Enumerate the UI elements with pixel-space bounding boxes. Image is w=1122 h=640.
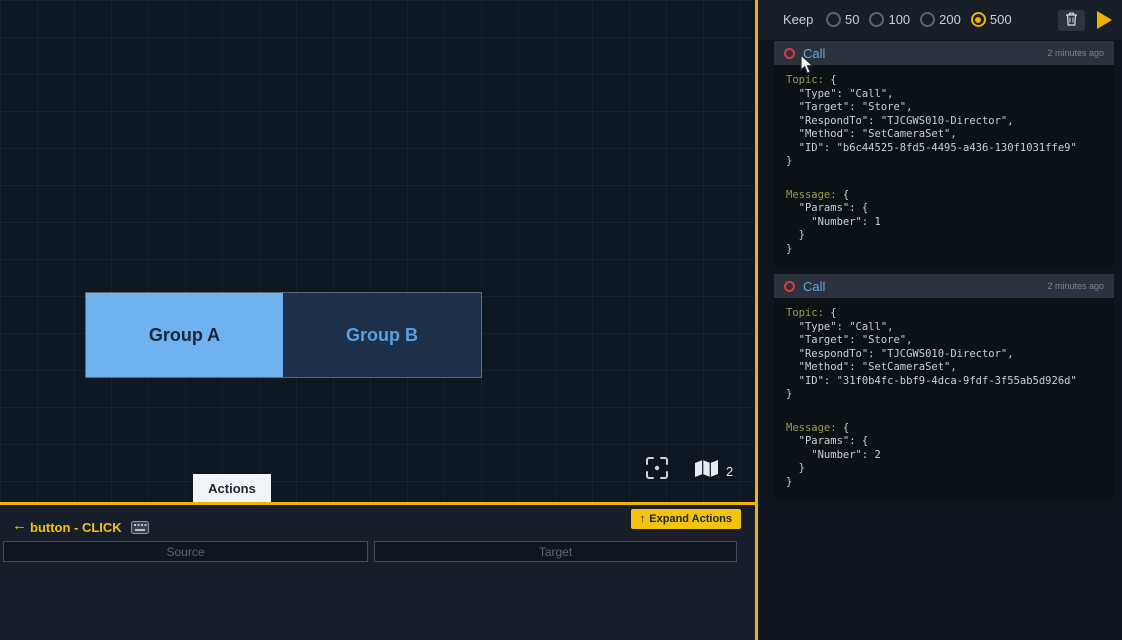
message-card-header[interactable]: Call 2 minutes ago <box>774 274 1114 298</box>
keep-label: Keep <box>783 12 813 27</box>
expand-actions-label: Expand Actions <box>649 513 732 525</box>
minimap-toggle[interactable]: 2 <box>694 459 733 483</box>
clear-log-button[interactable] <box>1058 10 1085 31</box>
group-b-button[interactable]: Group B <box>283 293 481 377</box>
source-input[interactable] <box>3 541 368 562</box>
message-card[interactable]: Call 2 minutes ago Topic: { "Type": "Cal… <box>774 274 1114 500</box>
radio-icon <box>826 12 841 27</box>
group-a-button[interactable]: Group A <box>86 293 283 377</box>
action-title: button - CLICK <box>30 520 122 535</box>
topic-label: Topic: <box>786 307 824 319</box>
topic-text: { "Type": "Call", "Target": "Store", "Re… <box>786 74 1077 167</box>
message-card-header[interactable]: Call 2 minutes ago <box>774 41 1114 65</box>
vertical-divider <box>755 0 758 640</box>
keep-options: 50 100 200 500 <box>826 12 1012 27</box>
message-title: Call <box>803 46 825 61</box>
actions-panel: ← button - CLICK ↑ Expand Actions <box>0 505 755 640</box>
keep-option-500[interactable]: 500 <box>971 12 1012 27</box>
radio-label: 500 <box>990 12 1012 27</box>
trash-icon <box>1065 12 1078 29</box>
message-json: Message: { "Params": { "Number": 2 } } <box>786 422 1102 490</box>
map-icon <box>694 459 719 483</box>
message-title: Call <box>803 279 825 294</box>
group-button-row: Group A Group B <box>86 293 481 377</box>
radio-label: 100 <box>888 12 910 27</box>
message-body: Topic: { "Type": "Call", "Target": "Stor… <box>774 298 1114 500</box>
node-canvas[interactable]: Group A Group B Actions <box>0 0 755 502</box>
message-body: Topic: { "Type": "Call", "Target": "Stor… <box>774 65 1114 267</box>
expand-actions-button[interactable]: ↑ Expand Actions <box>631 509 741 529</box>
message-card[interactable]: Call 2 minutes ago Topic: { "Type": "Cal… <box>774 41 1114 267</box>
message-timestamp: 2 minutes ago <box>1047 48 1104 58</box>
radio-icon <box>920 12 935 27</box>
horizontal-divider <box>0 502 755 505</box>
fit-view-icon <box>645 456 669 485</box>
log-toolbar: Keep 50 100 200 500 <box>758 0 1122 40</box>
radio-label: 50 <box>845 12 859 27</box>
message-timestamp: 2 minutes ago <box>1047 281 1104 291</box>
back-icon[interactable]: ← <box>12 517 27 534</box>
actions-tab[interactable]: Actions <box>193 474 271 502</box>
keyboard-icon <box>131 521 149 539</box>
radio-icon <box>971 12 986 27</box>
topic-text: { "Type": "Call", "Target": "Store", "Re… <box>786 307 1077 400</box>
message-label: Message: <box>786 189 837 201</box>
expand-arrow-icon: ↑ <box>640 513 646 525</box>
play-icon <box>1097 11 1112 29</box>
call-status-icon <box>784 48 795 59</box>
call-status-icon <box>784 281 795 292</box>
message-json: Message: { "Params": { "Number": 1 } } <box>786 189 1102 257</box>
keep-option-50[interactable]: 50 <box>826 12 859 27</box>
topic-json: Topic: { "Type": "Call", "Target": "Stor… <box>786 307 1102 402</box>
play-button[interactable] <box>1097 11 1112 29</box>
minimap-count: 2 <box>726 464 733 479</box>
keep-option-200[interactable]: 200 <box>920 12 961 27</box>
target-input[interactable] <box>374 541 737 562</box>
topic-label: Topic: <box>786 74 824 86</box>
fit-view-button[interactable] <box>643 457 670 484</box>
radio-label: 200 <box>939 12 961 27</box>
app-root: Group A Group B Actions <box>0 0 1122 640</box>
message-log-panel: Keep 50 100 200 500 <box>758 0 1122 640</box>
message-label: Message: <box>786 422 837 434</box>
keep-option-100[interactable]: 100 <box>869 12 910 27</box>
radio-icon <box>869 12 884 27</box>
topic-json: Topic: { "Type": "Call", "Target": "Stor… <box>786 74 1102 169</box>
